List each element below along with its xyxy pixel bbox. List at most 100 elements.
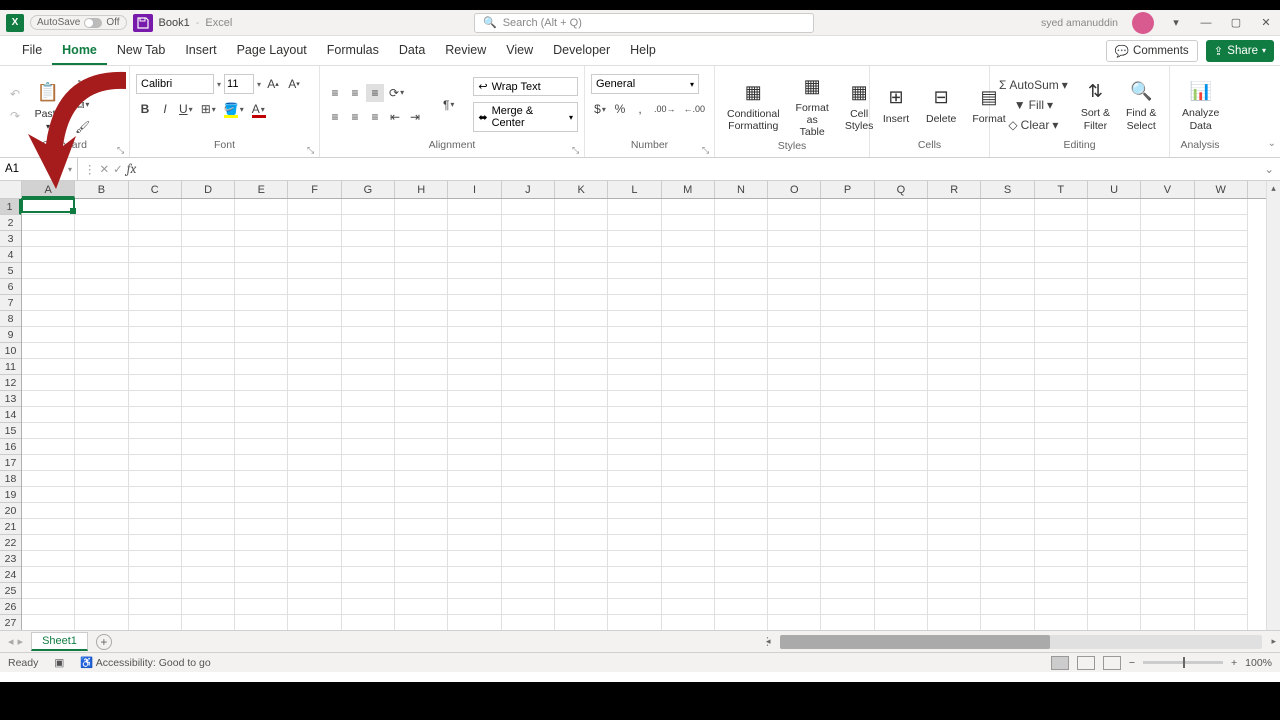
cell[interactable] bbox=[182, 231, 235, 247]
cell[interactable] bbox=[1141, 583, 1194, 599]
cell[interactable] bbox=[22, 439, 75, 455]
cell[interactable] bbox=[1035, 503, 1088, 519]
cell[interactable] bbox=[555, 231, 608, 247]
menu-tab-view[interactable]: View bbox=[496, 37, 543, 65]
cell[interactable] bbox=[1035, 407, 1088, 423]
cell[interactable] bbox=[395, 343, 448, 359]
row-header[interactable]: 5 bbox=[0, 263, 21, 279]
cell[interactable] bbox=[608, 471, 661, 487]
cell[interactable] bbox=[448, 295, 501, 311]
cell[interactable] bbox=[555, 423, 608, 439]
cell[interactable] bbox=[875, 519, 928, 535]
cell[interactable] bbox=[1088, 599, 1141, 615]
number-dialog-launcher[interactable]: ⤡ bbox=[702, 145, 712, 155]
cell[interactable] bbox=[608, 423, 661, 439]
sheet-tab[interactable]: Sheet1 bbox=[31, 632, 88, 651]
cell[interactable] bbox=[395, 247, 448, 263]
cell[interactable] bbox=[875, 295, 928, 311]
cell[interactable] bbox=[395, 407, 448, 423]
cell[interactable] bbox=[768, 567, 821, 583]
cell[interactable] bbox=[715, 247, 768, 263]
cell[interactable] bbox=[502, 215, 555, 231]
cell[interactable] bbox=[662, 423, 715, 439]
cell[interactable] bbox=[715, 295, 768, 311]
cell[interactable] bbox=[662, 311, 715, 327]
cell[interactable] bbox=[22, 423, 75, 439]
cell[interactable] bbox=[1088, 535, 1141, 551]
spreadsheet-grid[interactable]: ABCDEFGHIJKLMNOPQRSTUVW 1234567891011121… bbox=[0, 181, 1280, 630]
cell[interactable] bbox=[75, 279, 128, 295]
cell[interactable] bbox=[395, 359, 448, 375]
cell[interactable] bbox=[75, 247, 128, 263]
cell[interactable] bbox=[288, 551, 341, 567]
cell[interactable] bbox=[448, 599, 501, 615]
column-header[interactable]: G bbox=[342, 181, 395, 198]
cell[interactable] bbox=[981, 311, 1034, 327]
cell[interactable] bbox=[129, 359, 182, 375]
cell[interactable] bbox=[235, 295, 288, 311]
cell[interactable] bbox=[715, 423, 768, 439]
column-header[interactable]: H bbox=[395, 181, 448, 198]
row-header[interactable]: 15 bbox=[0, 423, 21, 439]
cell[interactable] bbox=[662, 359, 715, 375]
column-header[interactable]: W bbox=[1195, 181, 1248, 198]
cell[interactable] bbox=[1035, 583, 1088, 599]
cell[interactable] bbox=[395, 519, 448, 535]
cell[interactable] bbox=[448, 215, 501, 231]
cell[interactable] bbox=[875, 215, 928, 231]
column-header[interactable]: E bbox=[235, 181, 288, 198]
cell[interactable] bbox=[1195, 343, 1248, 359]
row-header[interactable]: 19 bbox=[0, 487, 21, 503]
increase-decimal-button[interactable]: .00→ bbox=[651, 100, 679, 118]
cell[interactable] bbox=[342, 359, 395, 375]
cell[interactable] bbox=[182, 471, 235, 487]
cell[interactable] bbox=[235, 311, 288, 327]
cell[interactable] bbox=[715, 615, 768, 631]
cell[interactable] bbox=[182, 199, 235, 215]
cell[interactable] bbox=[288, 215, 341, 231]
cell[interactable] bbox=[129, 215, 182, 231]
increase-indent-button[interactable]: ⇥ bbox=[406, 108, 424, 126]
column-header[interactable]: N bbox=[715, 181, 768, 198]
cell[interactable] bbox=[342, 455, 395, 471]
cell[interactable] bbox=[875, 423, 928, 439]
cell[interactable] bbox=[555, 391, 608, 407]
cell[interactable] bbox=[608, 327, 661, 343]
cell[interactable] bbox=[928, 503, 981, 519]
cell[interactable] bbox=[768, 503, 821, 519]
cell[interactable] bbox=[1141, 503, 1194, 519]
cell[interactable] bbox=[608, 375, 661, 391]
cell[interactable] bbox=[502, 519, 555, 535]
cell[interactable] bbox=[662, 375, 715, 391]
cell[interactable] bbox=[235, 439, 288, 455]
cell[interactable] bbox=[928, 407, 981, 423]
cell[interactable] bbox=[555, 535, 608, 551]
cell[interactable] bbox=[1088, 215, 1141, 231]
cell[interactable] bbox=[928, 487, 981, 503]
cell[interactable] bbox=[662, 327, 715, 343]
cell[interactable] bbox=[875, 263, 928, 279]
cell[interactable] bbox=[1141, 279, 1194, 295]
cell[interactable] bbox=[395, 231, 448, 247]
cell[interactable] bbox=[182, 343, 235, 359]
column-header[interactable]: T bbox=[1035, 181, 1088, 198]
cell[interactable] bbox=[608, 279, 661, 295]
cell[interactable] bbox=[22, 551, 75, 567]
cell[interactable] bbox=[875, 535, 928, 551]
cell[interactable] bbox=[608, 263, 661, 279]
cell[interactable] bbox=[715, 279, 768, 295]
cell[interactable] bbox=[608, 615, 661, 631]
decrease-font-button[interactable]: A▾ bbox=[285, 75, 303, 93]
cell[interactable] bbox=[1141, 375, 1194, 391]
cell[interactable] bbox=[608, 567, 661, 583]
cell[interactable] bbox=[1141, 199, 1194, 215]
cell[interactable] bbox=[1088, 551, 1141, 567]
cell[interactable] bbox=[768, 359, 821, 375]
cell[interactable] bbox=[75, 599, 128, 615]
cell[interactable] bbox=[821, 199, 874, 215]
cell[interactable] bbox=[235, 263, 288, 279]
font-name-input[interactable] bbox=[136, 74, 214, 94]
cell[interactable] bbox=[75, 311, 128, 327]
cell[interactable] bbox=[875, 199, 928, 215]
cell[interactable] bbox=[821, 487, 874, 503]
